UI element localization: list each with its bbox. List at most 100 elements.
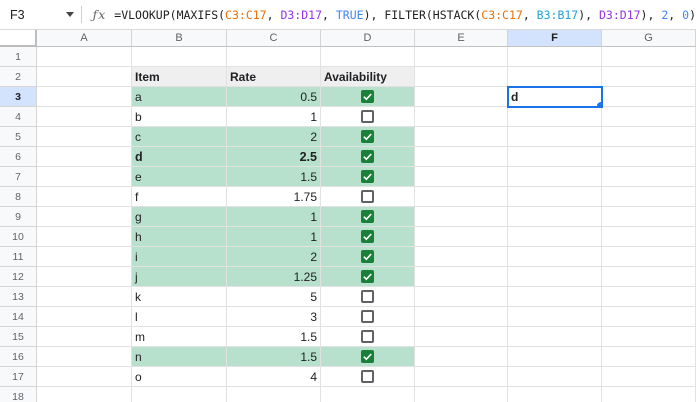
cell-F7[interactable] [508,167,602,187]
cell-A3[interactable] [37,87,132,107]
cell-G15[interactable] [602,327,696,347]
cell-E16[interactable] [415,347,508,367]
cell-B14[interactable]: l [132,307,227,327]
cell-C4[interactable]: 1 [227,107,321,127]
cell-G4[interactable] [602,107,696,127]
row-header-6[interactable]: 6 [0,147,37,167]
cell-C18[interactable] [227,387,321,402]
row-header-10[interactable]: 10 [0,227,37,247]
row-header-9[interactable]: 9 [0,207,37,227]
cell-F10[interactable] [508,227,602,247]
cell-E6[interactable] [415,147,508,167]
cell-G6[interactable] [602,147,696,167]
row-header-11[interactable]: 11 [0,247,37,267]
cell-A12[interactable] [37,267,132,287]
cell-A9[interactable] [37,207,132,227]
cell-E15[interactable] [415,327,508,347]
column-header-B[interactable]: B [132,30,227,47]
checkbox-unchecked[interactable] [361,330,374,343]
cell-F15[interactable] [508,327,602,347]
column-header-G[interactable]: G [602,30,696,47]
cell-D7[interactable] [321,167,415,187]
name-box[interactable]: F3 [0,0,81,29]
checkbox-checked[interactable] [361,170,374,183]
cell-E3[interactable] [415,87,508,107]
cell-E14[interactable] [415,307,508,327]
cell-C1[interactable] [227,47,321,67]
cell-C9[interactable]: 1 [227,207,321,227]
cell-B7[interactable]: e [132,167,227,187]
cell-G3[interactable] [602,87,696,107]
column-header-A[interactable]: A [37,30,132,47]
checkbox-checked[interactable] [361,210,374,223]
cell-B6[interactable]: d [132,147,227,167]
row-header-13[interactable]: 13 [0,287,37,307]
cell-B16[interactable]: n [132,347,227,367]
cell-G5[interactable] [602,127,696,147]
cell-C6[interactable]: 2.5 [227,147,321,167]
cell-F14[interactable] [508,307,602,327]
cell-F5[interactable] [508,127,602,147]
cell-B13[interactable]: k [132,287,227,307]
cell-A10[interactable] [37,227,132,247]
cell-E2[interactable] [415,67,508,87]
cell-F12[interactable] [508,267,602,287]
checkbox-checked[interactable] [361,270,374,283]
cell-E7[interactable] [415,167,508,187]
cell-G9[interactable] [602,207,696,227]
cell-E8[interactable] [415,187,508,207]
row-header-3[interactable]: 3 [0,87,37,107]
cell-E11[interactable] [415,247,508,267]
row-header-18[interactable]: 18 [0,387,37,402]
row-header-16[interactable]: 16 [0,347,37,367]
cell-E4[interactable] [415,107,508,127]
cell-E10[interactable] [415,227,508,247]
cell-A2[interactable] [37,67,132,87]
checkbox-checked[interactable] [361,350,374,363]
cell-F6[interactable] [508,147,602,167]
cell-A8[interactable] [37,187,132,207]
cell-D3[interactable] [321,87,415,107]
cell-E12[interactable] [415,267,508,287]
cell-D10[interactable] [321,227,415,247]
cell-C16[interactable]: 1.5 [227,347,321,367]
cell-C15[interactable]: 1.5 [227,327,321,347]
cell-A4[interactable] [37,107,132,127]
cell-E1[interactable] [415,47,508,67]
cell-E9[interactable] [415,207,508,227]
cell-D18[interactable] [321,387,415,402]
cell-A6[interactable] [37,147,132,167]
cell-C13[interactable]: 5 [227,287,321,307]
cell-F17[interactable] [508,367,602,387]
cell-D5[interactable] [321,127,415,147]
cell-D2[interactable]: Availability [321,67,415,87]
row-header-5[interactable]: 5 [0,127,37,147]
chevron-down-icon[interactable] [65,12,74,17]
cell-F1[interactable] [508,47,602,67]
cell-A14[interactable] [37,307,132,327]
row-header-7[interactable]: 7 [0,167,37,187]
cell-D9[interactable] [321,207,415,227]
checkbox-checked[interactable] [361,250,374,263]
cell-E13[interactable] [415,287,508,307]
cell-C3[interactable]: 0.5 [227,87,321,107]
cell-A17[interactable] [37,367,132,387]
cell-C5[interactable]: 2 [227,127,321,147]
cell-G13[interactable] [602,287,696,307]
select-all-corner[interactable] [0,30,37,47]
cell-G1[interactable] [602,47,696,67]
checkbox-checked[interactable] [361,90,374,103]
cell-E5[interactable] [415,127,508,147]
cell-F9[interactable] [508,207,602,227]
cell-F3[interactable]: d [507,86,603,108]
checkbox-unchecked[interactable] [361,190,374,203]
cell-D13[interactable] [321,287,415,307]
cell-F11[interactable] [508,247,602,267]
cell-C8[interactable]: 1.75 [227,187,321,207]
row-header-2[interactable]: 2 [0,67,37,87]
row-header-8[interactable]: 8 [0,187,37,207]
cell-F4[interactable] [508,107,602,127]
cell-C7[interactable]: 1.5 [227,167,321,187]
cell-A13[interactable] [37,287,132,307]
column-header-E[interactable]: E [415,30,508,47]
